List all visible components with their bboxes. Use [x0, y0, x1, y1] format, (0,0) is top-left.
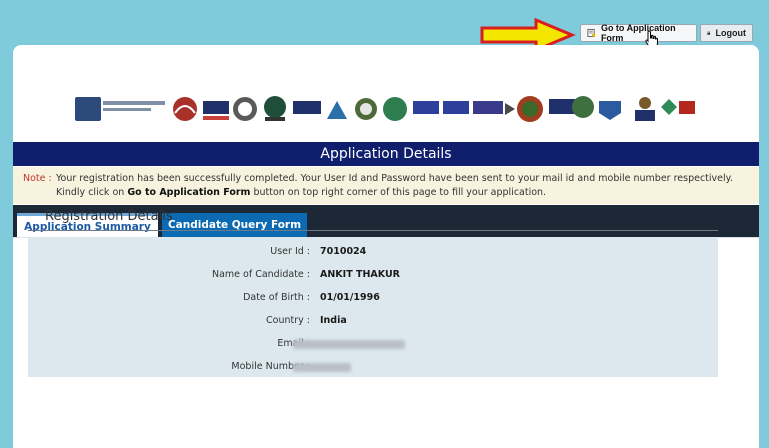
registration-details: User Id : 7010024 Name of Candidate : AN… [28, 237, 718, 377]
dob-value: 01/01/1996 [320, 292, 380, 303]
tab-candidate-query-form[interactable]: Candidate Query Form [162, 213, 307, 237]
candidate-name-label: Name of Candidate : [211, 269, 310, 280]
note-text-bold: Go to Application Form [127, 187, 251, 198]
logout-label: Logout [715, 28, 747, 38]
page-title: Application Details [13, 142, 759, 166]
detail-row: Country : India [28, 310, 718, 332]
country-label: Country : [266, 315, 310, 326]
section-divider [28, 230, 718, 231]
dob-label: Date of Birth : [243, 292, 310, 303]
detail-row: Name of Candidate : ANKIT THAKUR [28, 264, 718, 286]
detail-row: Email : [28, 333, 718, 355]
mobile-number-value-redacted [293, 363, 351, 372]
lock-icon [707, 31, 711, 35]
user-id-label: User Id : [270, 246, 310, 257]
note-text: Your registration has been successfully … [56, 172, 751, 200]
institutes-logo-strip [75, 96, 695, 122]
go-to-application-form-button[interactable]: Go to Application Form [580, 23, 697, 43]
note-text-after: button on top right corner of this page … [250, 187, 547, 198]
user-id-value: 7010024 [320, 246, 367, 257]
email-value-redacted [293, 340, 405, 349]
logout-button[interactable]: Logout [700, 24, 753, 42]
note-label: Note : [23, 173, 52, 184]
registration-note: Note : Your registration has been succes… [13, 167, 759, 204]
candidate-name-value: ANKIT THAKUR [320, 269, 400, 280]
section-title: Registration Details [45, 209, 173, 224]
detail-row: Mobile Number : [28, 356, 718, 378]
detail-row: User Id : 7010024 [28, 241, 718, 263]
country-value: India [320, 315, 347, 326]
detail-row: Date of Birth : 01/01/1996 [28, 287, 718, 309]
form-icon [587, 28, 596, 38]
